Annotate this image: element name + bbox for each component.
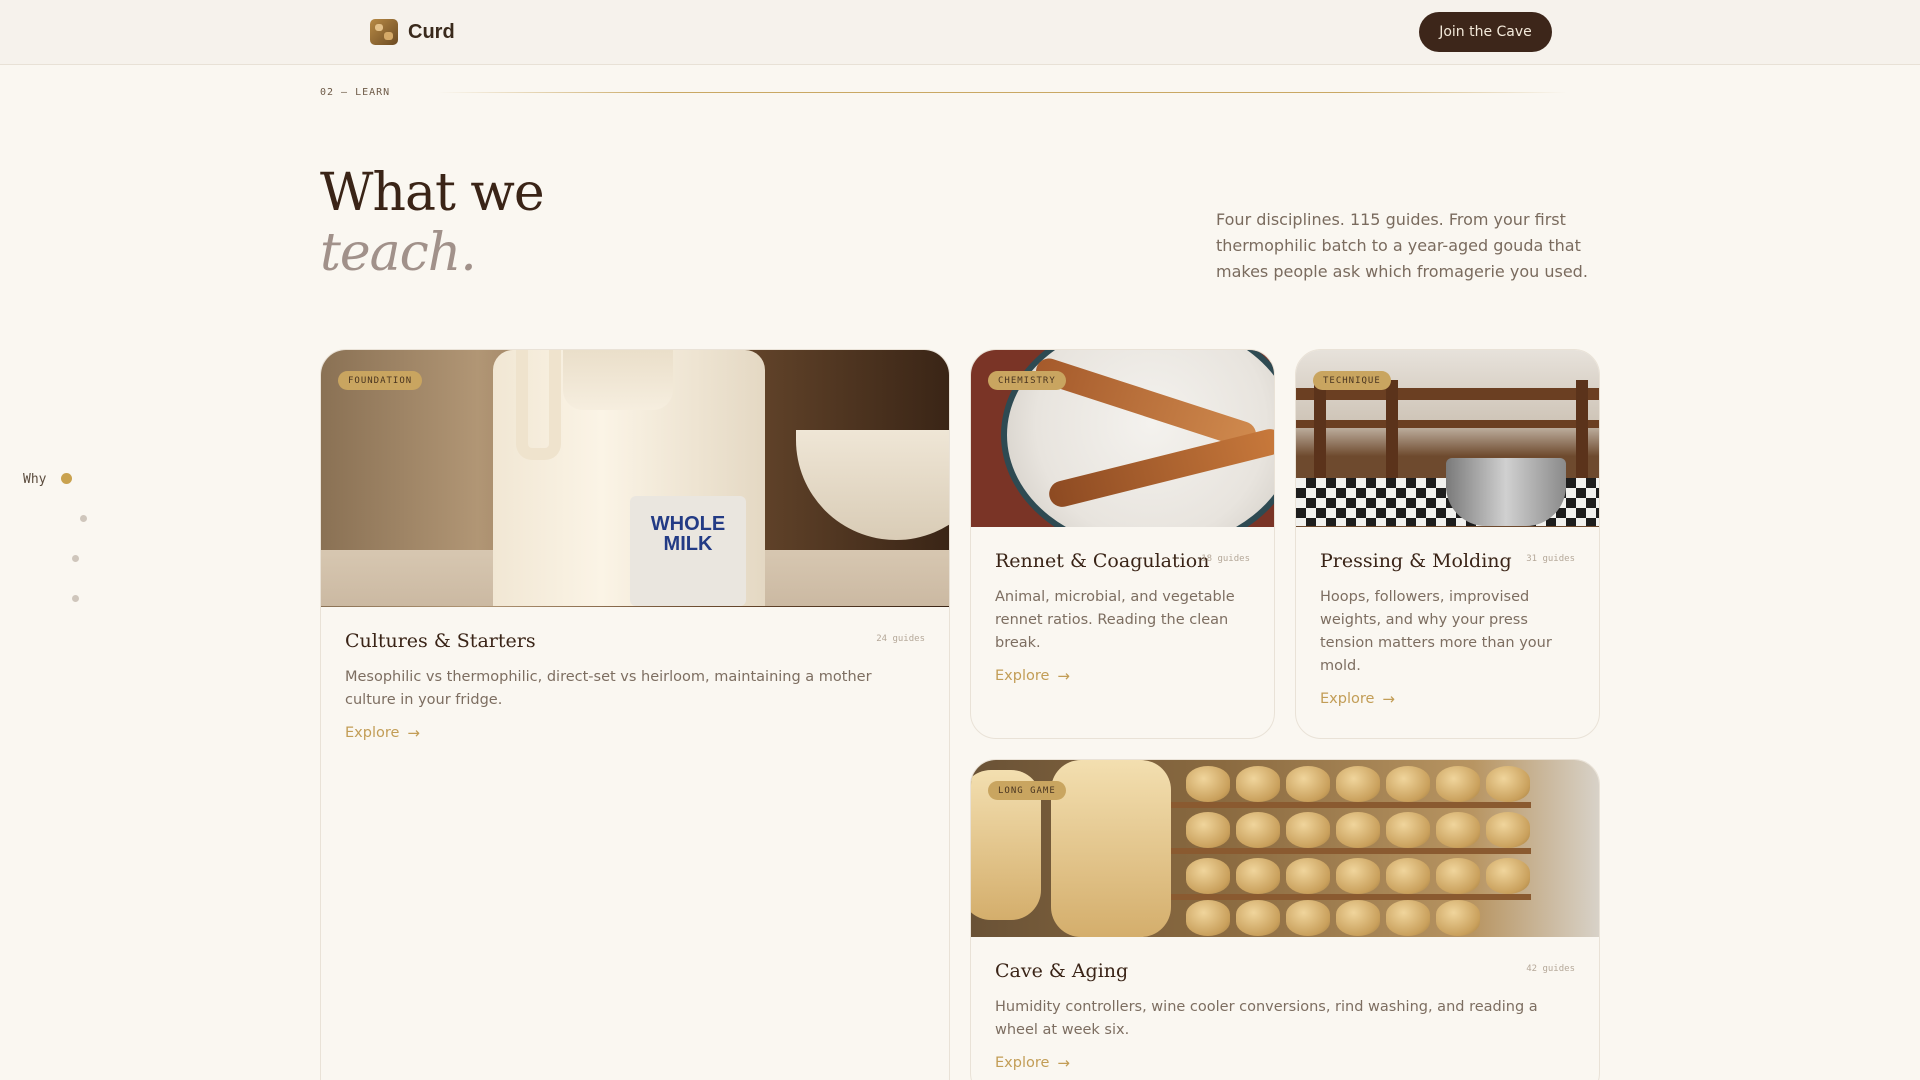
card-description: Hoops, followers, improvised weights, an… xyxy=(1320,589,1552,674)
card-tag: TECHNIQUE xyxy=(1313,371,1391,390)
heading-line-1: What we xyxy=(320,163,545,223)
card-pressing-molding[interactable]: TECHNIQUE Pressing & Molding 31 guides H… xyxy=(1295,349,1600,739)
card-guide-count: 42 guides xyxy=(1526,964,1575,974)
card-tag: LONG GAME xyxy=(988,781,1066,800)
card-title: Cave & Aging xyxy=(995,960,1129,982)
card-body: Cave & Aging 42 guides Humidity controll… xyxy=(995,960,1575,1072)
side-nav-dot[interactable] xyxy=(72,595,79,602)
card-tag: FOUNDATION xyxy=(338,371,423,390)
card-image-milk: WHOLE MILK FOUNDATION xyxy=(321,350,949,607)
side-nav-label[interactable]: Why xyxy=(23,472,46,487)
explore-link[interactable]: Explore → xyxy=(345,724,420,742)
side-nav-dot[interactable] xyxy=(80,515,87,522)
explore-link[interactable]: Explore → xyxy=(1320,690,1395,708)
milk-jug-label: WHOLE MILK xyxy=(630,496,746,606)
card-image-aging: LONG GAME xyxy=(971,760,1599,937)
side-nav-dot[interactable] xyxy=(72,555,79,562)
brand-name: Curd xyxy=(408,20,455,43)
section-heading: What we teach. xyxy=(320,163,545,283)
arrow-right-icon: → xyxy=(1057,667,1070,685)
card-description: Animal, microbial, and vegetable rennet … xyxy=(995,589,1235,651)
site-header: Curd Join the Cave xyxy=(0,0,1920,65)
arrow-right-icon: → xyxy=(1382,690,1395,708)
section-label: 02 — LEARN xyxy=(320,87,391,98)
card-guide-count: 31 guides xyxy=(1526,554,1575,564)
explore-link[interactable]: Explore → xyxy=(995,667,1070,685)
card-image-press: TECHNIQUE xyxy=(1296,350,1599,527)
side-nav-dot-active[interactable] xyxy=(61,473,72,484)
card-cave-aging[interactable]: LONG GAME Cave & Aging 42 guides Humidit… xyxy=(970,759,1600,1080)
card-body: Pressing & Molding 31 guides Hoops, foll… xyxy=(1320,550,1575,708)
card-description: Mesophilic vs thermophilic, direct-set v… xyxy=(345,669,872,708)
section-divider xyxy=(437,92,1567,93)
card-guide-count: 18 guides xyxy=(1201,554,1250,564)
join-the-cave-button[interactable]: Join the Cave xyxy=(1419,12,1552,52)
brand[interactable]: Curd xyxy=(370,19,455,45)
card-guide-count: 24 guides xyxy=(876,634,925,644)
card-body: Rennet & Coagulation 18 guides Animal, m… xyxy=(995,550,1250,685)
section-intro: Four disciplines. 115 guides. From your … xyxy=(1216,210,1588,281)
arrow-right-icon: → xyxy=(1057,1054,1070,1072)
card-body: Cultures & Starters 24 guides Mesophilic… xyxy=(345,630,925,742)
arrow-right-icon: → xyxy=(407,724,420,742)
card-title: Cultures & Starters xyxy=(345,630,536,652)
card-image-rennet: CHEMISTRY xyxy=(971,350,1274,527)
card-tag: CHEMISTRY xyxy=(988,371,1066,390)
card-cultures-starters[interactable]: WHOLE MILK FOUNDATION Cultures & Starter… xyxy=(320,349,950,1080)
explore-link[interactable]: Explore → xyxy=(995,1054,1070,1072)
curd-logo-icon xyxy=(370,19,398,45)
card-rennet-coagulation[interactable]: CHEMISTRY Rennet & Coagulation 18 guides… xyxy=(970,349,1275,739)
heading-line-2: teach. xyxy=(320,223,477,283)
card-description: Humidity controllers, wine cooler conver… xyxy=(995,999,1538,1038)
